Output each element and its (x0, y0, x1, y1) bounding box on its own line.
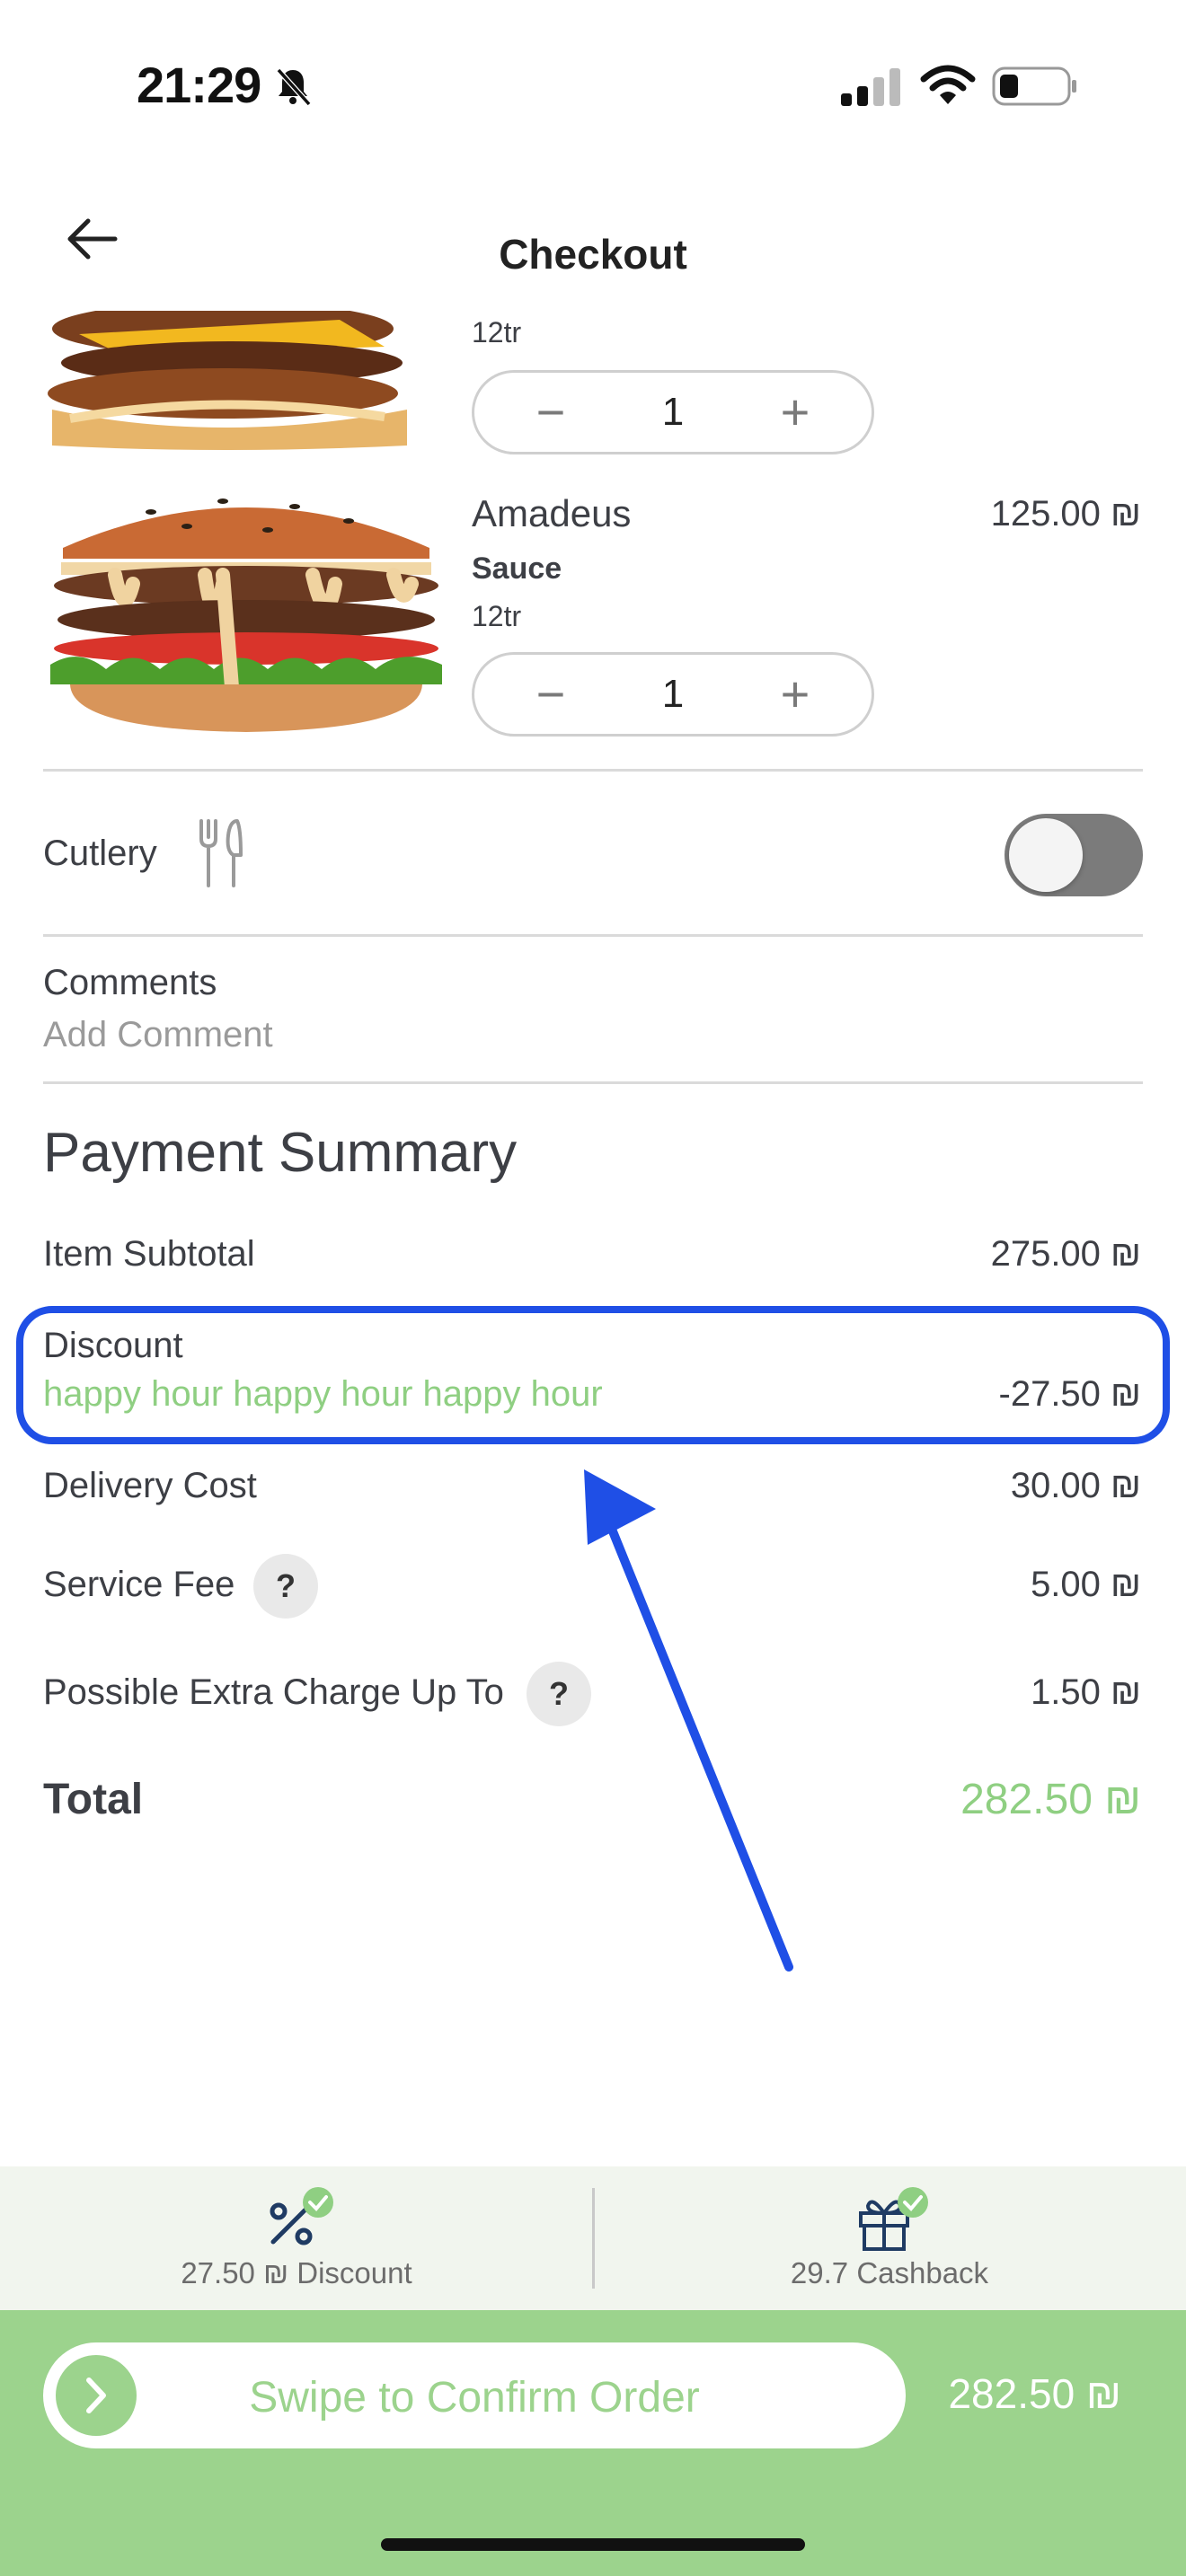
divider (43, 769, 1143, 772)
item-price: 125.00 ₪ (990, 494, 1141, 534)
swipe-label: Swipe to Confirm Order (249, 2374, 700, 2422)
comments-label: Comments (43, 963, 217, 1002)
order-total: 282.50 ₪ (948, 2370, 1121, 2417)
discount-benefit[interactable]: 27.50 ₪ Discount (0, 2166, 593, 2310)
cutlery-toggle[interactable] (1005, 814, 1143, 896)
quantity-value: 1 (661, 390, 685, 434)
wifi-icon (920, 65, 976, 104)
payment-summary-title: Payment Summary (43, 1122, 518, 1184)
subtotal-label: Item Subtotal (43, 1234, 255, 1274)
quantity-stepper: − 1 + (472, 370, 874, 454)
decrease-button[interactable]: − (528, 669, 573, 719)
cashback-benefit[interactable]: 29.7 Cashback (593, 2166, 1186, 2310)
page-title: Checkout (499, 231, 687, 278)
battery-icon (992, 66, 1076, 106)
service-fee-help-button[interactable]: ? (253, 1554, 318, 1619)
divider (43, 934, 1143, 937)
delivery-cost-value: 30.00 ₪ (1010, 1466, 1141, 1505)
quantity-stepper: − 1 + (472, 652, 874, 737)
cashback-benefit-label: 29.7 Cashback (790, 2256, 989, 2289)
confirm-order-bar: Swipe to Confirm Order 282.50 ₪ (0, 2310, 1186, 2576)
add-comment-input[interactable]: Add Comment (43, 1015, 273, 1055)
increase-button[interactable]: + (773, 387, 818, 437)
item-size: 12tr (472, 316, 522, 348)
home-indicator (381, 2538, 805, 2551)
total-label: Total (43, 1776, 144, 1823)
extra-charge-value: 1.50 ₪ (1031, 1672, 1141, 1712)
cutlery-icon (199, 819, 243, 887)
burger-image (43, 485, 449, 737)
annotation-arrow (584, 1469, 793, 1972)
bell-muted-icon (276, 67, 312, 106)
discount-highlight-box (16, 1306, 1170, 1444)
quantity-value: 1 (661, 672, 685, 716)
percent-check-icon (270, 2187, 333, 2245)
subtotal-value: 275.00 ₪ (990, 1234, 1141, 1274)
extra-charge-label: Possible Extra Charge Up To (43, 1672, 504, 1712)
cutlery-label: Cutlery (43, 834, 157, 873)
total-value: 282.50 ₪ (960, 1776, 1141, 1823)
service-fee-value: 5.00 ₪ (1031, 1565, 1141, 1604)
toggle-knob (1009, 818, 1083, 892)
divider (43, 1081, 1143, 1084)
status-time: 21:29 (137, 57, 261, 113)
item-size: 12tr (472, 600, 522, 632)
delivery-cost-label: Delivery Cost (43, 1466, 257, 1505)
burger-image (43, 311, 420, 453)
swipe-to-confirm-slider[interactable]: Swipe to Confirm Order (43, 2342, 906, 2448)
service-fee-label: Service Fee (43, 1565, 235, 1604)
decrease-button[interactable]: − (528, 387, 573, 437)
gift-check-icon (859, 2187, 928, 2251)
benefits-bar: 27.50 ₪ Discount 29.7 Cashback (0, 2166, 1186, 2310)
item-option: Sauce (472, 551, 562, 586)
discount-benefit-label: 27.50 ₪ Discount (181, 2256, 412, 2289)
increase-button[interactable]: + (773, 669, 818, 719)
cellular-signal-icon (841, 68, 900, 106)
item-name: Amadeus (472, 492, 632, 534)
